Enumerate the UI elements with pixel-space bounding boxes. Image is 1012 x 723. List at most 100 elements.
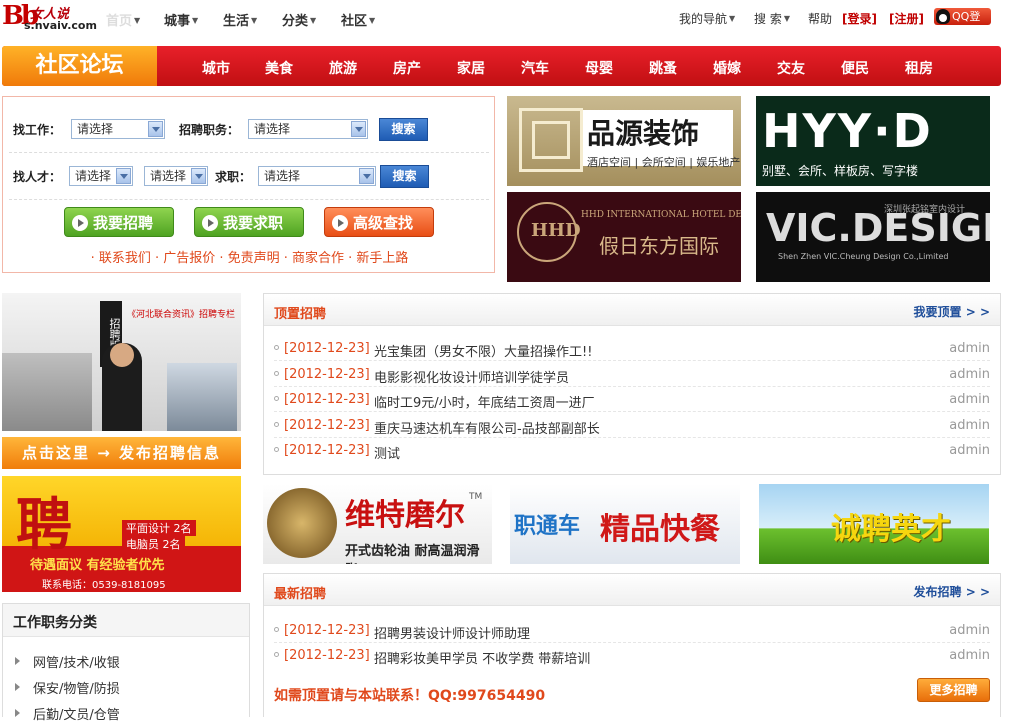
ad-pinyuan[interactable]: 品源装饰 酒店空间 | 会所空间 | 娱乐地产 [507,96,741,186]
help-link[interactable]: 帮助 [808,10,832,27]
nav-home[interactable]: 家居 [457,58,485,78]
category-item[interactable]: 后勤/文员/仓管 [15,704,120,723]
nav-food[interactable]: 美食 [265,58,293,78]
forum-tab[interactable]: 社区论坛 [2,46,157,86]
weite-sub: 开式齿轮油 耐高温润滑脂 [345,544,480,564]
row-author: admin [949,443,990,458]
footer-links[interactable]: · 联系我们 · 广告报价 · 免责声明 · 商家合作 · 新手上路 [3,247,496,266]
search-menu[interactable]: 搜 索 ▼ [754,10,790,27]
login-link[interactable]: [登录] [842,10,877,27]
nav-baby[interactable]: 母婴 [585,58,613,78]
businessman-face [110,343,134,367]
advanced-search-button[interactable]: 高级查找 [324,207,434,237]
topnav-category[interactable]: 分类 ▼ [282,10,316,29]
nav-rent[interactable]: 租房 [905,58,933,78]
chevron-down-icon: ▼ [729,14,736,23]
post-job-link[interactable]: 发布招聘 > > [914,583,990,600]
position-select[interactable]: 请选择 [248,119,368,139]
bullet-icon [274,422,279,427]
talent-type-select[interactable]: 请选择 [69,166,133,186]
table-row[interactable]: [2012-12-23] 重庆马速达机车有限公司-品技部副部长 admin [274,413,990,438]
nav-city[interactable]: 城市 [202,58,230,78]
recruit-button[interactable]: 我要招聘 [64,207,174,237]
row-title-link[interactable]: 光宝集团（男女不限）大量招操作工!! [374,341,592,360]
bullet-icon [274,627,279,632]
topnav-home[interactable]: 首页 ▼ [106,10,140,29]
row-title-link[interactable]: 招聘彩妆美甲学员 不收学费 带薪培训 [374,648,590,667]
topnav-life[interactable]: 生活 ▼ [223,10,257,29]
row-title-link[interactable]: 重庆马速达机车有限公司-品技部副部长 [374,418,600,437]
job-type-select[interactable]: 请选择 [71,119,165,139]
arrow-right-icon [332,215,348,231]
bullet-icon [274,396,279,401]
ad-hhd[interactable]: HHD HHD INTERNATIONAL HOTEL DESIGNER 假日东… [507,192,741,282]
ad-recruit-column[interactable]: 招聘版 《河北联合资讯》招聘专栏 [2,293,241,431]
topnav-community[interactable]: 社区 ▼ [341,10,375,29]
latest-jobs-title: 最新招聘 [274,587,327,602]
select-value: 请选择 [77,122,114,136]
table-row[interactable]: [2012-12-23] 光宝集团（男女不限）大量招操作工!! admin [274,336,990,361]
row-title-link[interactable]: 临时工9元/小时，年底结工资周一进厂 [374,392,595,411]
table-row[interactable]: [2012-12-23] 招聘男装设计师设计师助理 admin [274,618,990,643]
hyy-title: HYY·D [762,104,933,158]
nav-flea[interactable]: 跳蚤 [649,58,677,78]
row-title-link[interactable]: 测试 [374,443,400,462]
top-jobs-header: 顶置招聘 我要顶置 > > [264,294,1000,326]
apply-button[interactable]: 我要求职 [194,207,304,237]
ad-hiring-poster[interactable]: 聘 平面设计 2名 电脑员 2名 待遇面议 有经验者优先 联系电话：0539-8… [2,476,241,592]
nav-wedding[interactable]: 婚嫁 [713,58,741,78]
chevron-down-icon: ▼ [369,16,376,25]
row-date: [2012-12-23] [284,648,370,663]
qq-penguin-icon [936,9,950,24]
topnav-city-label: 城事 [164,14,191,29]
talent-sub-select[interactable]: 请选择 [144,166,208,186]
chevron-down-icon: ▼ [310,16,317,25]
topnav-category-label: 分类 [282,14,309,29]
vic-en: Shen Zhen VIC.Cheung Design Co.,Limited [778,252,949,261]
bullet-icon [274,371,279,376]
select-value: 请选择 [254,122,291,136]
ad-zhitong[interactable]: 职通车 精品快餐 [510,484,740,564]
hhd-mark: HHD [531,220,581,241]
bullet-icon [274,652,279,657]
row-title-link[interactable]: 招聘男装设计师设计师助理 [374,623,530,642]
ad-vic[interactable]: VIC.DESIGN 深圳张起铭室内设计 Shen Zhen VIC.Cheun… [756,192,990,282]
row-author: admin [949,392,990,407]
topnav-city[interactable]: 城事 ▼ [164,10,198,29]
dropdown-arrow-icon [148,121,163,137]
ad-chengpin[interactable]: 诚聘英才 [759,484,989,564]
crowd-image [2,353,92,431]
nav-auto[interactable]: 汽车 [521,58,549,78]
table-row[interactable]: [2012-12-23] 临时工9元/小时，年底结工资周一进厂 admin [274,387,990,412]
ad-weite[interactable]: 维特磨尔 TM 开式齿轮油 耐高温润滑脂 [263,484,492,564]
apply-button-label: 我要求职 [223,214,284,232]
category-item[interactable]: 网管/技术/收银 [15,652,120,671]
qq-login-button[interactable]: QQ登录 [934,8,991,40]
register-link[interactable]: [注册] [889,10,924,27]
pinyuan-sub: 酒店空间 | 会所空间 | 娱乐地产 [587,156,741,169]
topnav-life-label: 生活 [223,14,250,29]
table-row[interactable]: [2012-12-23] 电影影视化妆设计师培训学徒学员 admin [274,362,990,387]
table-row[interactable]: [2012-12-23] 测试 admin [274,438,990,463]
row-title-link[interactable]: 电影影视化妆设计师培训学徒学员 [374,367,569,386]
top-jobs-more-link[interactable]: 我要顶置 > > [914,303,990,320]
bullet-icon [274,345,279,350]
table-row[interactable]: [2012-12-23] 招聘彩妆美甲学员 不收学费 带薪培训 admin [274,643,990,668]
more-jobs-button[interactable]: 更多招聘 [917,678,990,702]
my-nav-menu[interactable]: 我的导航 ▼ [679,10,735,27]
nav-realestate[interactable]: 房产 [393,58,421,78]
main-nav: 社区论坛 城市 美食 旅游 房产 家居 汽车 母婴 跳蚤 婚嫁 交友 便民 租房 [2,46,1001,86]
row-author: admin [949,418,990,433]
nav-dating[interactable]: 交友 [777,58,805,78]
category-item[interactable]: 保安/物管/防损 [15,678,120,697]
row-date: [2012-12-23] [284,623,370,638]
nav-travel[interactable]: 旅游 [329,58,357,78]
seek-select[interactable]: 请选择 [258,166,376,186]
nav-service[interactable]: 便民 [841,58,869,78]
search-job-button[interactable]: 搜索 [379,118,428,141]
post-job-banner-button[interactable]: 点击这里 → 发布招聘信息 [2,437,241,469]
qq-login-label: QQ登录 [952,10,981,40]
search-talent-button[interactable]: 搜索 [380,165,429,188]
ad-hyy[interactable]: HYY·D 别墅、会所、样板房、写字楼 [756,96,990,186]
site-logo[interactable]: Bb 女人说 s.nvaiv.com [2,1,97,35]
